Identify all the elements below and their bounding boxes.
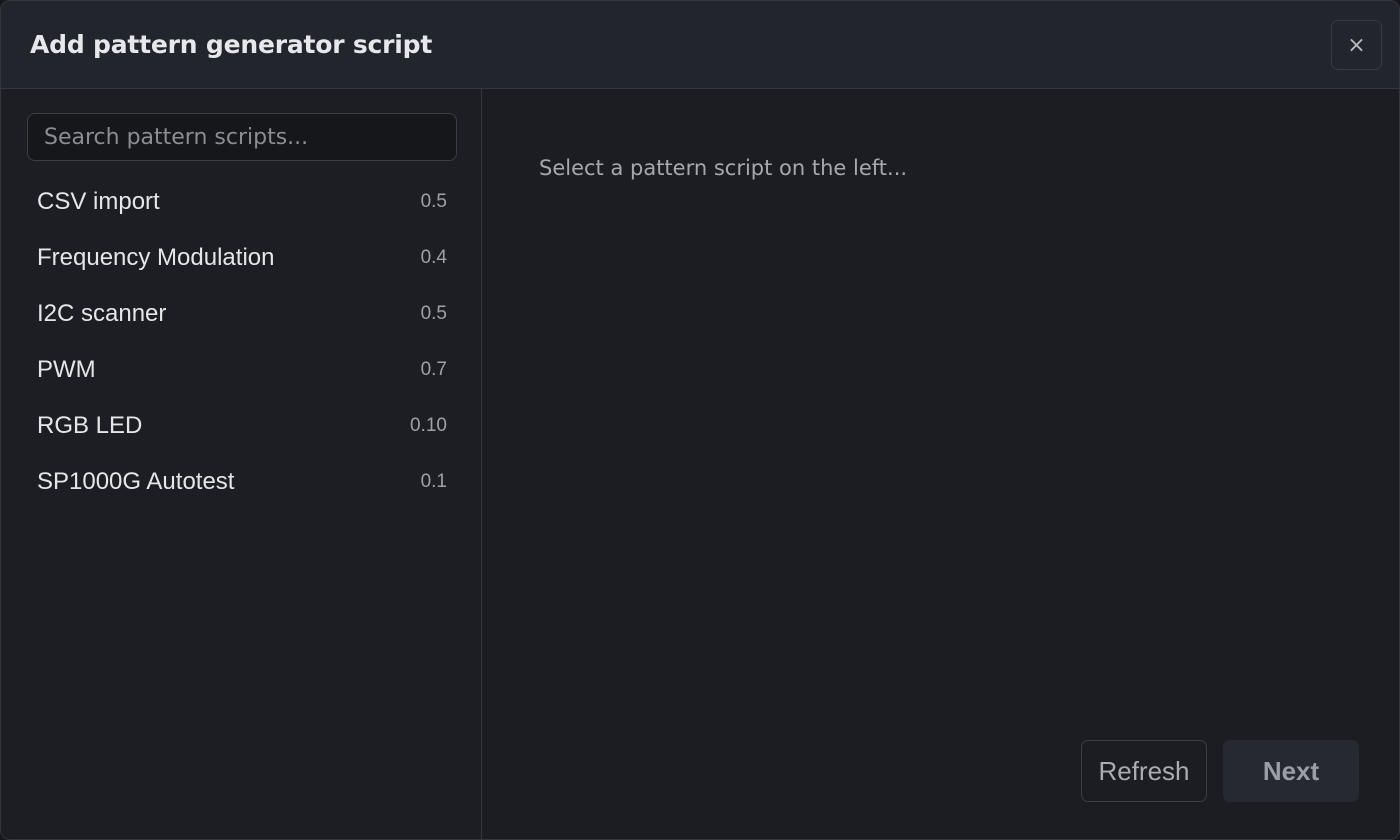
- refresh-button[interactable]: Refresh: [1081, 740, 1207, 802]
- list-item[interactable]: PWM 0.7: [1, 342, 481, 398]
- list-item[interactable]: Frequency Modulation 0.4: [1, 230, 481, 286]
- script-version: 0.5: [420, 191, 447, 212]
- script-detail-pane: Select a pattern script on the left... R…: [482, 89, 1399, 839]
- script-version: 0.5: [420, 303, 447, 324]
- script-version: 0.7: [420, 359, 447, 380]
- close-icon: ×: [1347, 32, 1366, 58]
- next-button[interactable]: Next: [1223, 740, 1359, 802]
- add-pattern-script-dialog: Add pattern generator script × CSV impor…: [0, 0, 1400, 840]
- script-name: PWM: [37, 356, 96, 383]
- search-input[interactable]: [27, 113, 457, 161]
- script-version: 0.10: [410, 415, 447, 436]
- script-name: I2C scanner: [37, 300, 167, 327]
- script-name: CSV import: [37, 188, 160, 215]
- script-list: CSV import 0.5 Frequency Modulation 0.4 …: [1, 174, 481, 510]
- script-name: RGB LED: [37, 412, 143, 439]
- list-item[interactable]: CSV import 0.5: [1, 174, 481, 230]
- list-item[interactable]: RGB LED 0.10: [1, 398, 481, 454]
- script-name: Frequency Modulation: [37, 244, 275, 271]
- list-item[interactable]: I2C scanner 0.5: [1, 286, 481, 342]
- dialog-header: Add pattern generator script ×: [1, 1, 1399, 89]
- empty-detail-text: Select a pattern script on the left...: [539, 156, 908, 180]
- list-item[interactable]: SP1000G Autotest 0.1: [1, 454, 481, 510]
- script-version: 0.4: [420, 247, 447, 268]
- script-name: SP1000G Autotest: [37, 468, 235, 495]
- script-list-pane: CSV import 0.5 Frequency Modulation 0.4 …: [1, 89, 482, 839]
- dialog-title: Add pattern generator script: [30, 30, 433, 59]
- close-button[interactable]: ×: [1331, 20, 1382, 70]
- script-version: 0.1: [420, 471, 447, 492]
